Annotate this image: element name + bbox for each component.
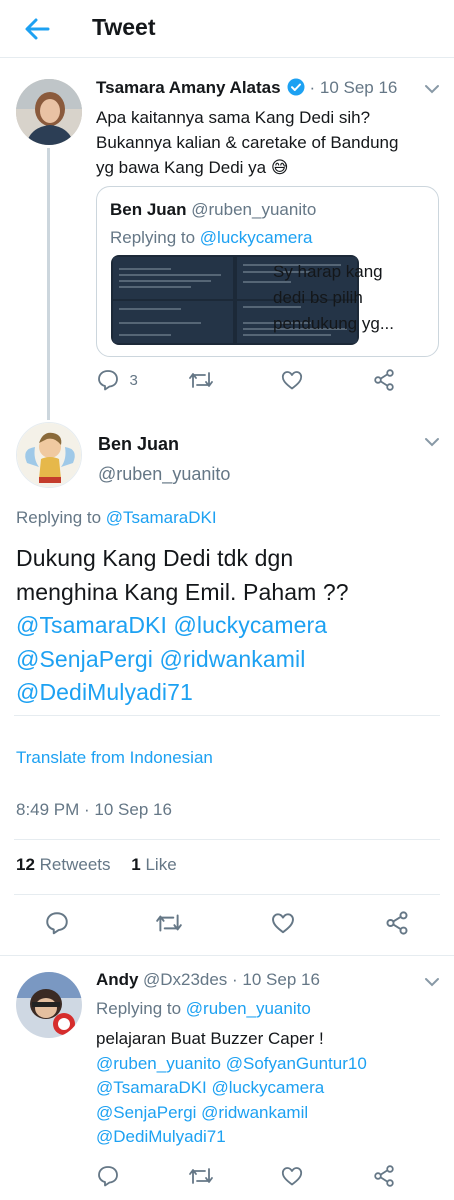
chevron-down-icon[interactable] <box>424 437 440 447</box>
share-button[interactable] <box>384 910 410 942</box>
replying-to-link[interactable]: @luckycamera <box>200 228 313 247</box>
tweet-text-line: Dukung Kang Dedi tdk dgn <box>16 545 294 571</box>
quote-text: Sy harap kang dedi bs pilih pendukung yg… <box>273 259 433 337</box>
author-name[interactable]: Tsamara Amany Alatas <box>96 78 281 97</box>
verified-badge-icon <box>287 78 305 96</box>
divider <box>0 955 454 956</box>
quote-text-line: pendukung yg... <box>273 314 394 333</box>
mention-links[interactable]: @TsamaraDKI @luckycamera <box>96 1076 446 1101</box>
reply-count: 3 <box>129 371 138 389</box>
replying-to-label: Replying to <box>110 228 200 247</box>
reply-icon <box>46 912 68 935</box>
replying-to-link[interactable]: @ruben_yuanito <box>186 999 311 1018</box>
mention-links[interactable]: @ruben_yuanito @SofyanGuntur10 <box>96 1052 446 1077</box>
translate-link[interactable]: Translate from Indonesian <box>16 748 213 768</box>
tweet-text: Apa kaitannya sama Kang Dedi sih? Bukann… <box>96 105 446 180</box>
reply-tweet-text: pelajaran Buat Buzzer Caper ! @ruben_yua… <box>96 1027 446 1150</box>
mention-links[interactable]: @TsamaraDKI @luckycamera <box>16 609 446 643</box>
retweet-icon <box>189 372 213 388</box>
reply-button[interactable] <box>96 1164 120 1196</box>
retweet-button[interactable] <box>155 910 183 942</box>
share-button[interactable] <box>372 1164 396 1196</box>
quote-author-handle: @ruben_yuanito <box>191 200 317 219</box>
reply-icon <box>98 370 118 391</box>
back-arrow-icon[interactable] <box>22 14 52 44</box>
quote-header: Ben Juan @ruben_yuanito <box>110 200 316 220</box>
replying-to: Replying to @ruben_yuanito <box>96 999 311 1019</box>
share-icon <box>374 1165 394 1187</box>
tweet-text-line: yg bawa Kang Dedi ya <box>96 158 267 177</box>
divider <box>14 715 440 716</box>
tweet-date: 10 Sep 16 <box>242 970 320 989</box>
sweat-smile-emoji-icon: 😅 <box>270 158 289 177</box>
author-handle[interactable]: @Dx23des <box>143 970 227 989</box>
quote-text-line: Sy harap kang <box>273 262 383 281</box>
like-button[interactable] <box>270 910 296 942</box>
chevron-down-icon[interactable] <box>424 84 440 94</box>
quote-replying-to: Replying to @luckycamera <box>110 228 312 248</box>
replying-to-link[interactable]: @TsamaraDKI <box>106 508 217 527</box>
share-icon <box>374 369 394 391</box>
mention-links[interactable]: @DediMulyadi71 <box>96 1125 446 1150</box>
main-tweet-text: Dukung Kang Dedi tdk dgn menghina Kang E… <box>16 542 446 710</box>
reply-button[interactable] <box>44 910 70 942</box>
tweet-header: Tsamara Amany Alatas · 10 Sep 16 <box>96 78 397 98</box>
tweet-stats: 12 Retweets 1 Like <box>16 855 177 875</box>
mention-links[interactable]: @DediMulyadi71 <box>16 676 446 710</box>
replying-to: Replying to @TsamaraDKI <box>16 508 217 528</box>
avatar-andy[interactable] <box>16 972 82 1038</box>
chevron-down-icon[interactable] <box>424 977 440 987</box>
reply-button[interactable]: 3 <box>96 368 138 400</box>
heart-icon <box>281 371 303 390</box>
reply-icon <box>98 1166 118 1187</box>
share-button[interactable] <box>372 368 396 400</box>
separator-dot: · <box>227 970 243 989</box>
likes-label: Like <box>145 855 177 874</box>
divider <box>14 894 440 895</box>
retweet-icon <box>156 914 182 932</box>
heart-icon <box>281 1167 303 1186</box>
tweet-date: 10 Sep 16 <box>319 78 398 97</box>
reply-tweet-header: Andy @Dx23des · 10 Sep 16 <box>96 970 320 990</box>
tweet-timestamp: 8:49 PM · 10 Sep 16 <box>16 800 172 819</box>
author-name[interactable]: Andy <box>96 970 139 989</box>
likes-count: 1 <box>131 855 141 874</box>
heart-icon <box>272 913 294 934</box>
avatar-tsamara[interactable] <box>16 79 82 145</box>
top-app-bar: Tweet <box>0 0 454 58</box>
replying-to-label: Replying to <box>96 999 186 1018</box>
quote-text-line: dedi bs pilih <box>273 288 363 307</box>
separator-dot: · <box>309 78 320 97</box>
quote-author-name: Ben Juan <box>110 200 187 219</box>
likes-stat[interactable]: 1 Like <box>131 855 176 874</box>
author-handle[interactable]: @ruben_yuanito <box>98 464 230 485</box>
main-tweet-actions <box>0 910 454 942</box>
author-name[interactable]: Ben Juan <box>98 434 179 455</box>
retweets-label: Retweets <box>39 855 111 874</box>
mention-links[interactable]: @SenjaPergi @ridwankamil <box>96 1101 446 1126</box>
page-title: Tweet <box>92 14 156 40</box>
tweet-text-line: Apa kaitannya sama Kang Dedi sih? <box>96 108 371 127</box>
retweets-count: 12 <box>16 855 35 874</box>
quoted-tweet-card[interactable]: Ben Juan @ruben_yuanito Replying to @luc… <box>96 186 439 357</box>
share-icon <box>386 911 408 935</box>
divider <box>14 839 440 840</box>
mention-links[interactable]: @SenjaPergi @ridwankamil <box>16 643 446 677</box>
tweet-text-line: menghina Kang Emil. Paham ?? <box>16 578 349 605</box>
like-button[interactable] <box>280 1164 304 1196</box>
tweet-actions: 3 <box>0 368 454 400</box>
retweets-stat[interactable]: 12 Retweets <box>16 855 111 874</box>
tweet-text-line: pelajaran Buat Buzzer Caper ! <box>96 1029 324 1048</box>
retweet-button[interactable] <box>188 368 214 400</box>
retweet-icon <box>189 1168 213 1184</box>
reply-tweet-actions <box>0 1164 454 1196</box>
avatar-ben-juan[interactable] <box>16 422 82 488</box>
like-button[interactable] <box>280 368 304 400</box>
retweet-button[interactable] <box>188 1164 214 1196</box>
tweet-text-line: Bukannya kalian & caretake of Bandung <box>96 133 399 152</box>
replying-to-label: Replying to <box>16 508 106 527</box>
